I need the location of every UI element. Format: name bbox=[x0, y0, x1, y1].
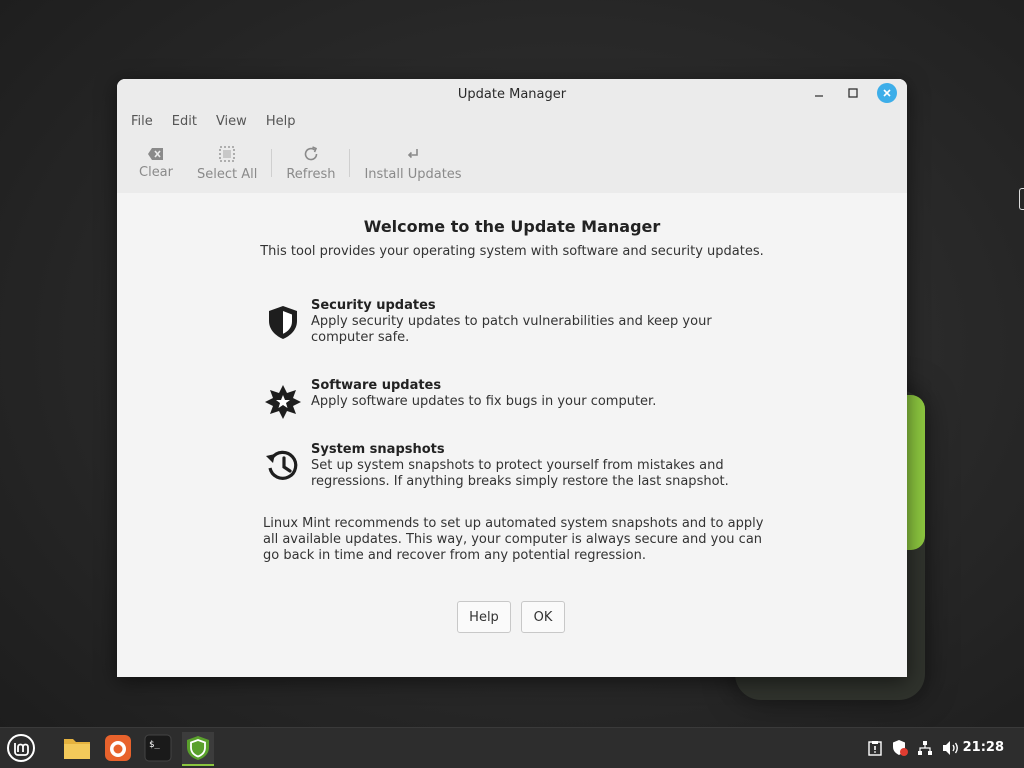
menu-file[interactable]: File bbox=[125, 114, 159, 129]
refresh-icon bbox=[304, 145, 318, 160]
shield-alert-icon bbox=[893, 740, 908, 756]
welcome-subtitle: This tool provides your operating system… bbox=[260, 244, 764, 259]
minimize-button[interactable] bbox=[809, 83, 829, 103]
wallpaper-accent bbox=[905, 395, 925, 550]
refresh-button[interactable]: Refresh bbox=[274, 137, 347, 189]
install-updates-button[interactable]: Install Updates bbox=[352, 137, 473, 189]
toolbar-separator bbox=[349, 149, 351, 177]
select-all-icon bbox=[219, 145, 235, 162]
volume-tray-icon[interactable] bbox=[941, 738, 961, 758]
firefox-launcher[interactable] bbox=[102, 732, 134, 764]
welcome-page: Welcome to the Update Manager This tool … bbox=[117, 193, 907, 677]
svg-text:$_: $_ bbox=[149, 740, 160, 750]
select-all-label: Select All bbox=[197, 166, 258, 182]
files-launcher[interactable] bbox=[61, 732, 93, 764]
folder-icon bbox=[64, 739, 90, 759]
recommendation-text: Linux Mint recommends to set up automate… bbox=[263, 516, 764, 563]
window-title: Update Manager bbox=[457, 86, 567, 102]
volume-icon bbox=[943, 741, 958, 755]
feature-title: Software updates bbox=[311, 378, 442, 393]
terminal-launcher[interactable]: $_ bbox=[142, 732, 174, 764]
install-updates-label: Install Updates bbox=[364, 166, 462, 182]
close-icon bbox=[883, 89, 891, 97]
toolbar-separator bbox=[271, 149, 273, 177]
network-icon bbox=[918, 741, 932, 755]
clear-button[interactable]: Clear bbox=[127, 137, 185, 189]
update-shield-icon bbox=[187, 736, 209, 760]
feature-title: Security updates bbox=[311, 298, 436, 313]
menu-button[interactable] bbox=[5, 732, 37, 764]
maximize-icon bbox=[848, 88, 858, 98]
minimize-icon bbox=[815, 95, 823, 97]
feature-description: Apply security updates to patch vulnerab… bbox=[311, 314, 712, 345]
toolbar: Clear Select All Refresh Install Updates bbox=[117, 133, 907, 194]
install-icon bbox=[407, 148, 418, 158]
clear-icon bbox=[148, 147, 163, 160]
history-icon bbox=[263, 446, 303, 486]
ok-button[interactable]: OK bbox=[521, 601, 565, 633]
update-tray-icon[interactable] bbox=[890, 738, 910, 758]
feature-description: Set up system snapshots to protect yours… bbox=[311, 458, 729, 489]
taskbar-clock[interactable]: 21:28 bbox=[963, 740, 1004, 755]
maximize-button[interactable] bbox=[843, 83, 863, 103]
help-button[interactable]: Help bbox=[457, 601, 511, 633]
menu-view[interactable]: View bbox=[210, 114, 253, 129]
terminal-icon: $_ bbox=[144, 734, 172, 762]
update-manager-launcher[interactable] bbox=[182, 732, 214, 766]
network-tray-icon[interactable] bbox=[915, 738, 935, 758]
taskbar: $_ 21:28 bbox=[0, 727, 1024, 768]
welcome-title: Welcome to the Update Manager bbox=[363, 217, 661, 236]
notifications-tray-icon[interactable] bbox=[865, 738, 885, 758]
window-controls bbox=[809, 83, 897, 103]
close-button[interactable] bbox=[877, 83, 897, 103]
shield-icon bbox=[263, 302, 303, 342]
clipboard-alert-icon bbox=[868, 741, 882, 756]
feature-title: System snapshots bbox=[311, 442, 445, 457]
firefox-icon bbox=[105, 735, 131, 761]
menu-help[interactable]: Help bbox=[260, 114, 302, 129]
mint-menu-icon bbox=[7, 734, 35, 762]
menubar: File Edit View Help bbox=[117, 109, 907, 133]
select-all-button[interactable]: Select All bbox=[185, 137, 269, 189]
desktop-edge-handle bbox=[1019, 188, 1024, 210]
clear-label: Clear bbox=[139, 164, 173, 180]
feature-description: Apply software updates to fix bugs in yo… bbox=[311, 394, 657, 409]
titlebar[interactable]: Update Manager bbox=[117, 79, 907, 109]
update-manager-window: Update Manager File Edit View Help Clear bbox=[117, 79, 907, 677]
refresh-label: Refresh bbox=[286, 166, 336, 182]
menu-edit[interactable]: Edit bbox=[166, 114, 203, 129]
gear-star-icon bbox=[263, 382, 303, 422]
